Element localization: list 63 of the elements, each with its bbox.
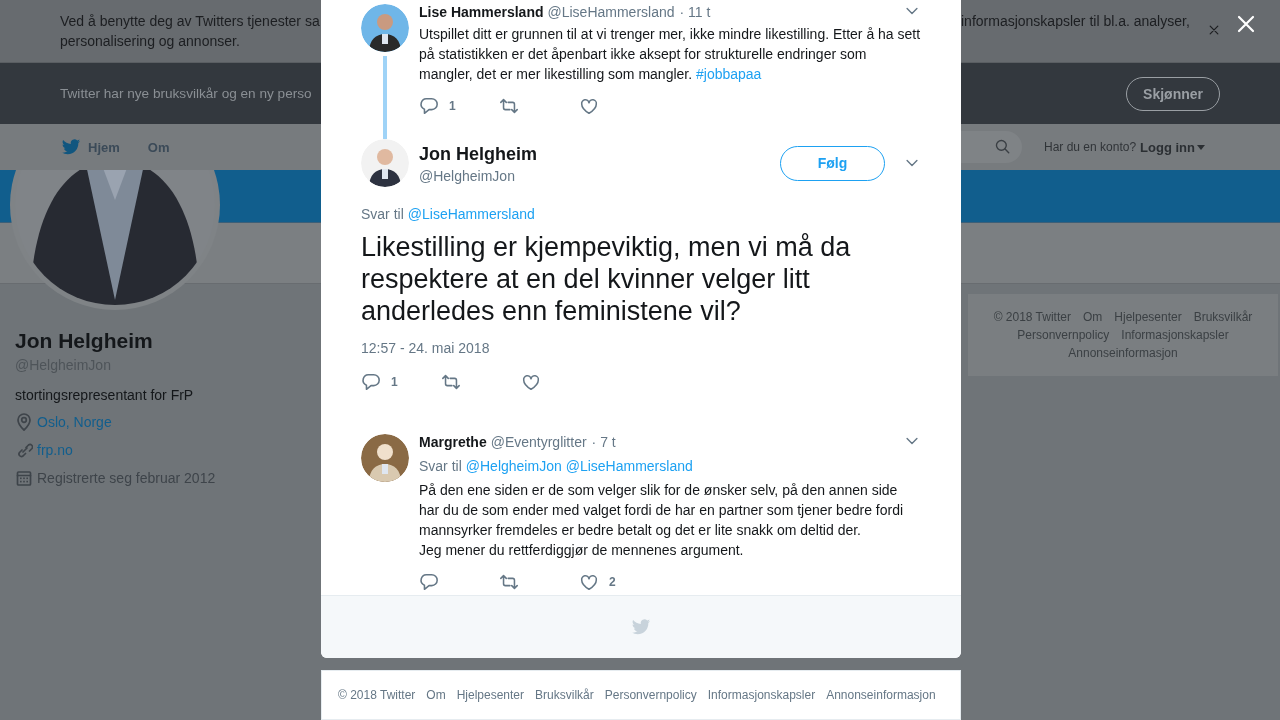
tweet-text: Utspillet ditt er grunnen til at vi trenger mer, ikke mindre likestilling. Etter å ha sett på statistikken er det åpenbart ikke aksept for strukturelle endringer som mangler, det er mer likestilling som mangler. #jobbapaa [419,25,921,84]
footer-link[interactable]: © 2018 Twitter [338,688,416,702]
footer-link[interactable]: Personvernpolicy [1017,327,1110,343]
tweet-text: Likestilling er kjempeviktig, men vi må da respektere at en del kvinner velger litt anderledes enn feministene vil? [361,231,852,327]
footer-link[interactable]: Annonseinformasjon [826,688,936,702]
footer-link[interactable]: Hjelpesenter [1114,309,1182,325]
footer-link[interactable]: Bruksvilkår [535,688,594,702]
author-handle[interactable]: @Eventyrglitter [490,434,587,450]
login-link[interactable]: Logg inn [1140,139,1205,155]
reply-icon [419,572,439,592]
retweet-icon [499,96,519,116]
close-button[interactable] [1208,24,1220,36]
close-icon [1235,13,1257,35]
tweet-text: På den ene siden er de som velger slik for de ønsker selv, på den annen side har du de som ender med valget fordi de har en partner som tjener bedre fordi mannsyrker fremdeles er bedre betalt og det er lite snakk om deltid der. Jeg mener du rettferdiggjør de mennenes argument. [419,481,905,560]
close-icon [1208,24,1220,36]
profile-name: Jon Helgheim [15,329,154,353]
footer-link[interactable]: Annonseinformasjon [1068,345,1178,361]
follow-button[interactable]: Følg [780,145,885,181]
footer-link[interactable]: © 2018 Twitter [993,309,1071,325]
reply-icon [419,96,439,116]
reply-button[interactable]: 1 [361,372,441,392]
terms-notice-text: Twitter har nye bruksvilkår og en ny perso [60,86,313,101]
footer-link[interactable]: Informasjonskapsler [1121,327,1229,343]
reply-label: Svar til [419,458,462,474]
search-field[interactable] [961,131,1022,163]
footer-link[interactable]: Om [426,688,446,702]
cookie-notice-text: Ved å benytte deg av Twitters tjenester sa [60,12,321,31]
retweet-icon [499,572,519,592]
footer-link[interactable]: Bruksvilkår [1193,309,1253,325]
retweet-icon [441,372,461,392]
tweet-time[interactable]: · 11 t [679,4,711,20]
author-name[interactable]: Margrethe [419,434,487,450]
mention-link[interactable]: @HelgheimJon [465,458,562,474]
footer-link[interactable]: Om [1082,309,1103,325]
heart-icon [579,572,599,592]
footer-link[interactable]: Personvernpolicy [604,688,697,702]
caret-icon [1196,144,1205,150]
mention-link[interactable]: @LiseHammersland [565,458,693,474]
link-icon [15,441,33,459]
author-handle[interactable]: @HelgheimJon [419,165,538,186]
hashtag-link[interactable]: #jobbapaa [696,66,762,82]
location-pin-icon [15,413,33,431]
heart-icon [579,96,599,116]
account-prompt: Har du en konto? [1044,140,1137,154]
close-button[interactable] [1235,13,1257,35]
like-button[interactable]: 2 [579,572,659,592]
heart-icon [521,372,541,392]
search-icon [994,138,1012,156]
footer-link[interactable]: Hjelpesenter [456,688,525,702]
author-name[interactable]: Jon Helgheim [419,141,538,166]
reply-button[interactable]: 1 [419,96,499,116]
mention-link[interactable]: @LiseHammersland [407,206,535,222]
cookie-notice-text: informasjonskapsler til bl.a. analyser, [961,12,1190,31]
profile-bio: stortingsrepresentant for FrP [15,387,195,403]
author-handle[interactable]: @LiseHammersland [547,4,675,20]
reply-label: Svar til [361,206,404,222]
tweet-timestamp[interactable]: 12:57 - 24. mai 2018 [361,340,921,356]
calendar-icon [15,469,33,487]
cookie-notice-text: personalisering og annonser. [60,32,241,51]
tweet-time[interactable]: · 7 t [591,434,616,450]
author-name[interactable]: Lise Hammersland [419,4,544,20]
reply-icon [361,372,381,392]
footer-link[interactable]: Informasjonskapsler [707,688,816,702]
